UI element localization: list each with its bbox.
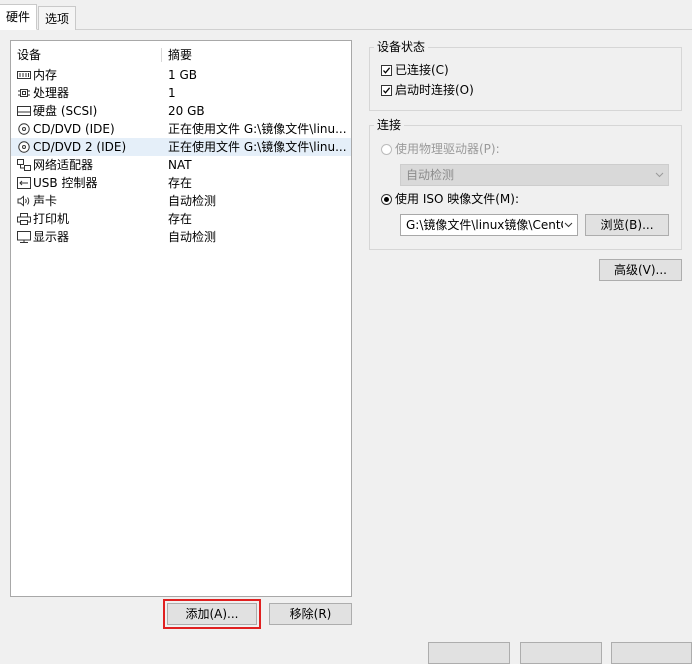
device-name: 内存 (33, 68, 58, 82)
tab-bar: 硬件 选项 (0, 0, 692, 30)
device-name: 网络适配器 (33, 158, 94, 172)
footer-button-1[interactable] (428, 642, 510, 664)
remove-button[interactable]: 移除(R) (269, 603, 352, 625)
device-summary: 自动检测 (168, 230, 217, 244)
advanced-button[interactable]: 高级(V)... (599, 259, 682, 281)
column-header-device[interactable]: 设备 (17, 46, 163, 64)
browse-button[interactable]: 浏览(B)... (585, 214, 669, 236)
device-name: 打印机 (33, 212, 70, 226)
tab-hardware[interactable]: 硬件 (0, 4, 38, 30)
device-summary: 20 GB (168, 104, 205, 118)
device-name: 声卡 (33, 194, 58, 208)
device-row-hard-disk[interactable]: 硬盘 (SCSI) 20 GB (11, 102, 351, 120)
iso-path-value: G:\镜像文件\linux镜像\CentC (406, 218, 569, 232)
device-name: CD/DVD (IDE) (33, 122, 115, 136)
device-row-usb-controller[interactable]: USB 控制器 存在 (11, 174, 351, 192)
iso-image-label: 使用 ISO 映像文件(M): (395, 192, 519, 206)
device-summary: 正在使用文件 G:\镜像文件\linu... (168, 122, 347, 136)
cpu-icon (17, 87, 31, 99)
device-status-group: 设备状态 已连接(C) 启动时连接(O) (369, 39, 682, 111)
connected-checkbox[interactable]: 已连接(C) (381, 62, 449, 78)
column-separator[interactable] (161, 48, 162, 62)
checkbox-checked-icon[interactable] (381, 65, 392, 76)
device-status-title: 设备状态 (374, 39, 429, 55)
device-row-printer[interactable]: 打印机 存在 (11, 210, 351, 228)
device-list-header: 设备 摘要 (11, 46, 351, 64)
cd-dvd-icon (17, 123, 31, 135)
printer-icon (17, 213, 31, 225)
connection-title: 连接 (374, 117, 405, 133)
device-summary: NAT (168, 158, 192, 172)
chevron-down-icon (654, 165, 664, 185)
device-list[interactable]: 设备 摘要 内存 1 GB 处理器 1 硬盘 (SCSI) 20 GB CD/D… (10, 40, 352, 597)
hard-disk-icon (17, 105, 31, 117)
display-icon (17, 231, 31, 243)
device-row-memory[interactable]: 内存 1 GB (11, 66, 351, 84)
column-header-summary[interactable]: 摘要 (168, 46, 350, 64)
iso-image-radio[interactable]: 使用 ISO 映像文件(M): (381, 191, 519, 207)
physical-drive-select[interactable]: 自动检测 (400, 164, 669, 186)
device-name: 硬盘 (SCSI) (33, 104, 98, 118)
device-name: 处理器 (33, 86, 70, 100)
usb-icon (17, 177, 31, 189)
iso-path-combo[interactable]: G:\镜像文件\linux镜像\CentC (400, 214, 578, 236)
device-row-processor[interactable]: 处理器 1 (11, 84, 351, 102)
radio-unselected-icon[interactable] (381, 144, 392, 155)
device-name: USB 控制器 (33, 176, 98, 190)
chevron-down-icon[interactable] (563, 215, 573, 235)
network-adapter-icon (17, 159, 31, 171)
connect-on-start-checkbox[interactable]: 启动时连接(O) (381, 82, 474, 98)
cd-dvd-icon (17, 141, 31, 153)
device-name: CD/DVD 2 (IDE) (33, 140, 127, 154)
device-summary: 1 (168, 86, 176, 100)
device-row-network-adapter[interactable]: 网络适配器 NAT (11, 156, 351, 174)
tab-options[interactable]: 选项 (38, 6, 77, 30)
footer-button-3[interactable] (611, 642, 692, 664)
footer-button-2[interactable] (520, 642, 602, 664)
device-summary: 自动检测 (168, 194, 217, 208)
device-row-cd-dvd-2[interactable]: CD/DVD 2 (IDE) 正在使用文件 G:\镜像文件\linu... (11, 138, 351, 156)
connection-group: 连接 使用物理驱动器(P): 自动检测 使用 ISO 映像文件(M): G:\镜… (369, 117, 682, 250)
device-summary: 1 GB (168, 68, 197, 82)
checkbox-checked-icon[interactable] (381, 85, 392, 96)
physical-drive-radio[interactable]: 使用物理驱动器(P): (381, 141, 500, 157)
radio-selected-icon[interactable] (381, 194, 392, 205)
device-summary: 存在 (168, 212, 193, 226)
physical-drive-value: 自动检测 (406, 168, 455, 182)
add-button[interactable]: 添加(A)... (163, 599, 261, 629)
physical-drive-label: 使用物理驱动器(P): (395, 142, 500, 156)
device-row-cd-dvd[interactable]: CD/DVD (IDE) 正在使用文件 G:\镜像文件\linu... (11, 120, 351, 138)
device-row-sound-card[interactable]: 声卡 自动检测 (11, 192, 351, 210)
device-summary: 正在使用文件 G:\镜像文件\linu... (168, 140, 347, 154)
device-name: 显示器 (33, 230, 70, 244)
device-row-display[interactable]: 显示器 自动检测 (11, 228, 351, 246)
connect-on-start-label: 启动时连接(O) (395, 83, 474, 97)
connected-label: 已连接(C) (395, 63, 449, 77)
memory-icon (17, 69, 31, 81)
sound-card-icon (17, 195, 31, 207)
device-summary: 存在 (168, 176, 193, 190)
